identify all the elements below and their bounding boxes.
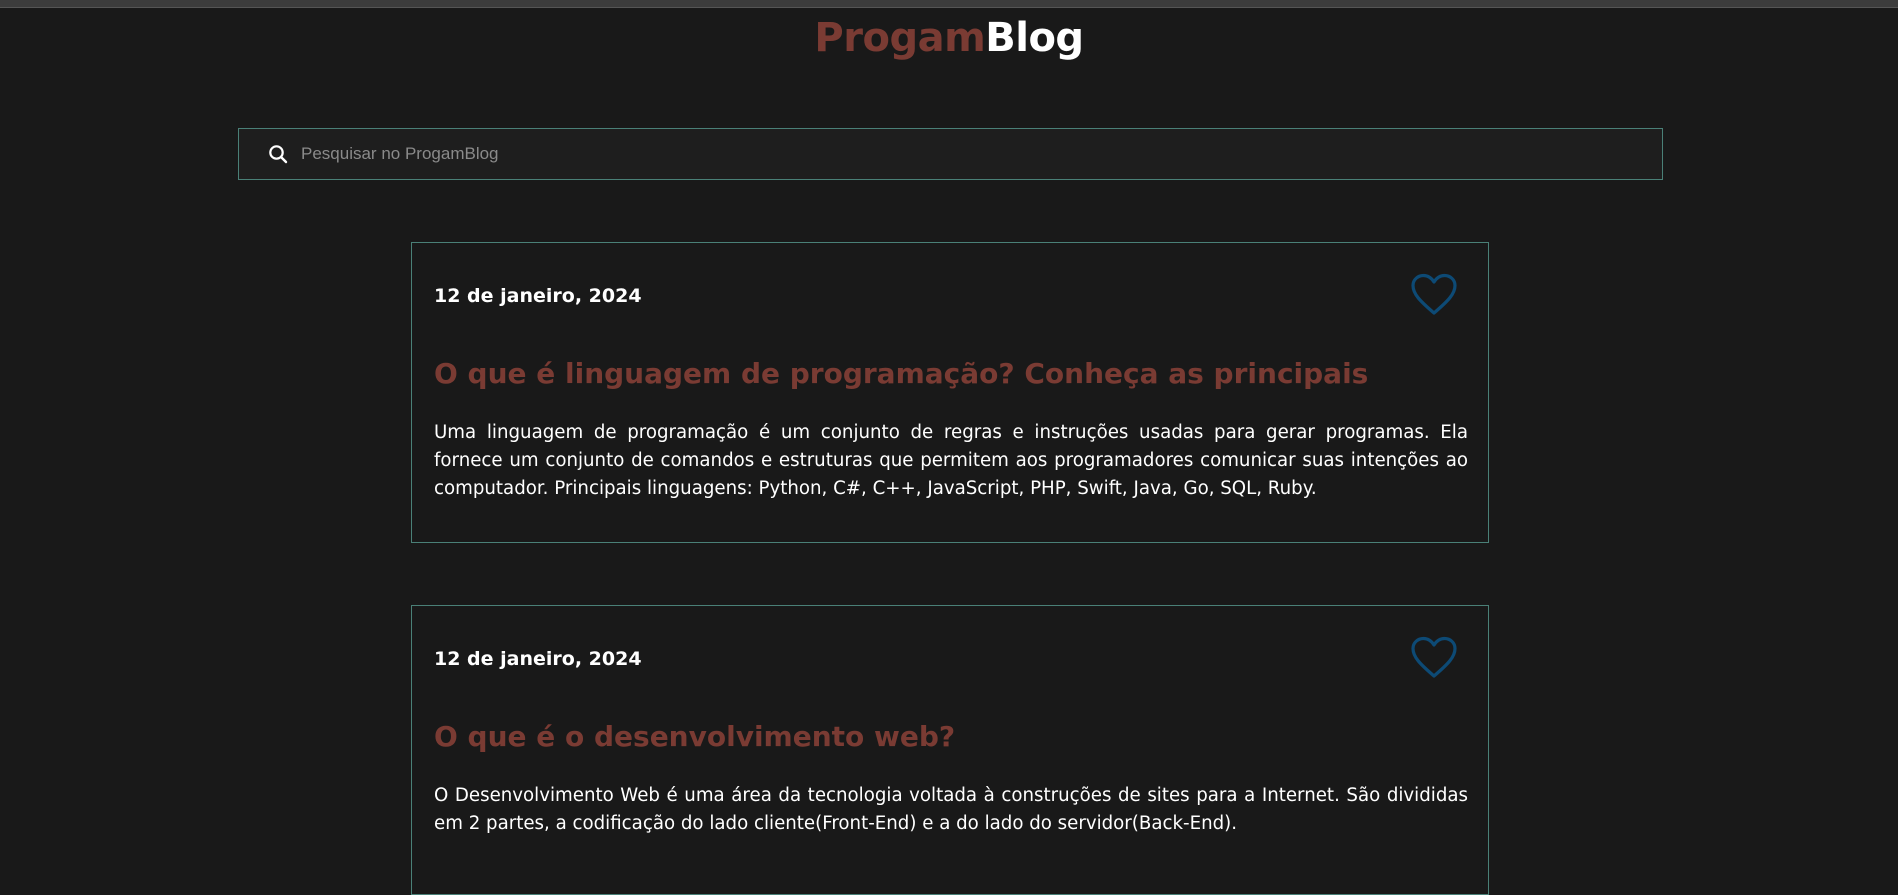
search-input[interactable] (301, 129, 1662, 179)
logo-part-progam: Progam (814, 15, 986, 61)
search-icon[interactable] (267, 143, 289, 165)
post-title[interactable]: O que é linguagem de programação? Conheç… (434, 356, 1466, 392)
post-body: O Desenvolvimento Web é uma área da tecn… (434, 785, 1468, 834)
heart-icon[interactable] (1410, 636, 1458, 680)
post-card: 12 de janeiro, 2024 O que é o desenvolvi… (411, 605, 1489, 895)
browser-top-strip (0, 0, 1898, 8)
logo-part-blog: Blog (985, 15, 1084, 61)
heart-icon[interactable] (1410, 273, 1458, 317)
post-date: 12 de janeiro, 2024 (434, 285, 642, 307)
post-card: 12 de janeiro, 2024 O que é linguagem de… (411, 242, 1489, 543)
site-logo[interactable]: ProgamBlog (0, 14, 1898, 62)
post-body: Uma linguagem de programação é um conjun… (434, 422, 1468, 499)
post-date: 12 de janeiro, 2024 (434, 648, 642, 670)
search-bar (238, 128, 1663, 180)
post-title[interactable]: O que é o desenvolvimento web? (434, 719, 1466, 755)
